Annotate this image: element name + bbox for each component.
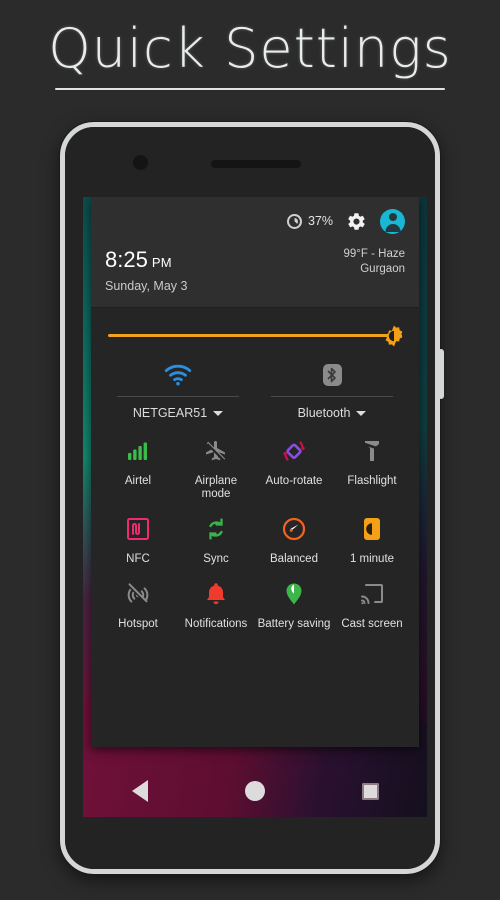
tile-label: Airplane mode <box>194 475 238 500</box>
tile-label: Auto-rotate <box>265 475 323 487</box>
qs-tiles-grid: Airtel Airplane mode Auto-rotate Flashli… <box>91 420 419 648</box>
tile-flashlight[interactable]: Flashlight <box>333 434 411 501</box>
tile-label: Cast screen <box>341 618 403 630</box>
gear-icon[interactable] <box>346 211 367 232</box>
battery-percent-label: 37% <box>307 214 333 228</box>
tile-hotspot[interactable]: Hotspot <box>99 577 177 631</box>
signal-bars-icon <box>99 434 177 468</box>
battery-status[interactable]: 37% <box>286 213 333 229</box>
bluetooth-label-row[interactable]: Bluetooth <box>255 397 409 420</box>
page-title: Quick Settings <box>48 17 452 80</box>
qs-status-row: 37% <box>105 197 405 245</box>
auto-rotate-icon <box>255 434 333 468</box>
tile-nfc[interactable]: NFC <box>99 512 177 566</box>
wifi-ssid-label: NETGEAR51 <box>132 406 208 420</box>
cast-screen-icon <box>333 577 411 611</box>
tile-label: 1 minute <box>349 553 395 565</box>
tile-battery-saving[interactable]: Battery saving <box>255 577 333 631</box>
tile-notifications[interactable]: Notifications <box>177 577 255 631</box>
wifi-label-row[interactable]: NETGEAR51 <box>101 397 255 420</box>
brightness-row[interactable] <box>91 308 419 355</box>
brightness-slider[interactable] <box>108 325 403 346</box>
qs-clock-weather-row: 8:25 PM Sunday, May 3 99°F - Haze Gurgaon <box>105 245 405 293</box>
wifi-tile[interactable]: NETGEAR51 <box>101 357 255 420</box>
clock-time: 8:25 PM <box>105 247 187 276</box>
quick-settings-panel: 37% 8:25 PM Sunday, May 3 99°F - Haze Gu… <box>91 197 419 747</box>
weather-condition: 99°F - Haze <box>343 248 405 260</box>
tile-auto-rotate[interactable]: Auto-rotate <box>255 434 333 501</box>
tile-label: Flashlight <box>347 475 397 487</box>
clock-ampm: PM <box>151 255 172 270</box>
clock-hours-minutes: 8:25 <box>105 247 148 272</box>
home-circle-icon[interactable] <box>244 781 265 801</box>
connectivity-row: NETGEAR51 Bluetooth <box>91 355 419 420</box>
phone-screen: 37% 8:25 PM Sunday, May 3 99°F - Haze Gu… <box>83 197 427 817</box>
weather-location: Gurgaon <box>360 263 405 275</box>
tile-balanced[interactable]: Balanced <box>255 512 333 566</box>
phone-body: 37% 8:25 PM Sunday, May 3 99°F - Haze Gu… <box>65 127 435 869</box>
flashlight-off-icon <box>333 434 411 468</box>
bluetooth-tile[interactable]: Bluetooth <box>255 357 409 420</box>
bluetooth-icon[interactable] <box>255 357 409 393</box>
user-avatar-icon[interactable] <box>380 208 405 234</box>
title-underline <box>55 88 445 90</box>
tile-label: Balanced <box>270 553 318 565</box>
hotspot-off-icon <box>99 577 177 611</box>
screen-timeout-icon <box>333 512 411 546</box>
chevron-down-icon[interactable] <box>356 410 367 416</box>
bluetooth-chip <box>322 364 342 386</box>
tile-label: Airtel <box>124 475 152 487</box>
bell-icon <box>177 577 255 611</box>
tile-label: NFC <box>126 553 150 565</box>
earpiece-speaker-icon <box>211 160 301 168</box>
front-camera-icon <box>133 155 148 170</box>
power-button[interactable] <box>438 349 444 399</box>
performance-dial-icon <box>255 512 333 546</box>
tile-row: NFC Sync Balanced 1 minute <box>99 512 411 566</box>
tile-cast-screen[interactable]: Cast screen <box>333 577 411 631</box>
tile-row: Airtel Airplane mode Auto-rotate Flashli… <box>99 434 411 501</box>
wifi-icon[interactable] <box>101 357 255 393</box>
qs-header: 37% 8:25 PM Sunday, May 3 99°F - Haze Gu… <box>91 197 419 308</box>
weather-block[interactable]: 99°F - Haze Gurgaon <box>344 247 405 277</box>
tile-sync[interactable]: Sync <box>177 512 255 566</box>
phone-device: 37% 8:25 PM Sunday, May 3 99°F - Haze Gu… <box>60 122 444 874</box>
clock-date: Sunday, May 3 <box>105 279 188 293</box>
sync-icon <box>177 512 255 546</box>
tile-label: Battery saving <box>257 618 331 630</box>
tile-airplane-mode[interactable]: Airplane mode <box>177 434 255 501</box>
bluetooth-label: Bluetooth <box>297 406 351 420</box>
tile-screen-timeout[interactable]: 1 minute <box>333 512 411 566</box>
battery-circle-icon <box>286 213 302 229</box>
battery-saver-leaf-icon <box>255 577 333 611</box>
recents-square-icon[interactable] <box>361 782 379 800</box>
navigation-bar <box>83 765 427 817</box>
nfc-icon <box>99 512 177 546</box>
airplane-off-icon <box>177 434 255 468</box>
tile-row: Hotspot Notifications Battery saving Cas… <box>99 577 411 631</box>
clock-block[interactable]: 8:25 PM Sunday, May 3 <box>105 247 187 293</box>
page-header: Quick Settings <box>0 14 500 90</box>
brightness-sun-icon[interactable] <box>382 324 406 348</box>
tile-label: Hotspot <box>118 618 158 630</box>
tile-label: Notifications <box>184 618 248 630</box>
tile-airtel[interactable]: Airtel <box>99 434 177 501</box>
tile-label: Sync <box>203 553 229 565</box>
chevron-down-icon[interactable] <box>213 410 224 416</box>
back-triangle-icon[interactable] <box>131 780 148 802</box>
